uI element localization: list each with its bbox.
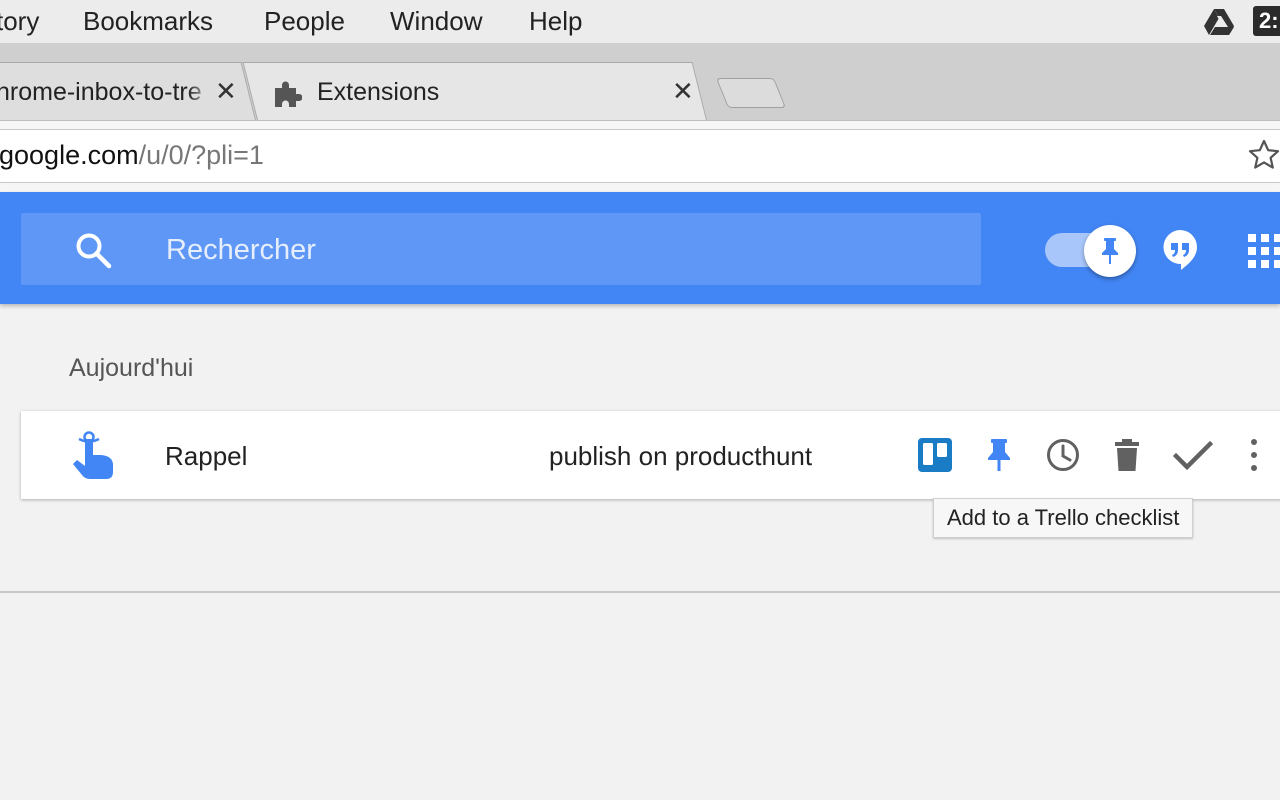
menu-help[interactable]: Help <box>529 6 582 36</box>
pin-toggle[interactable] <box>1084 225 1136 277</box>
trash-icon[interactable] <box>1109 437 1145 473</box>
tab-2-title: Extensions <box>317 78 440 106</box>
search-input[interactable] <box>166 229 946 271</box>
mark-done-check-icon[interactable] <box>1173 437 1213 473</box>
url-host: google.com <box>0 140 139 170</box>
url-field[interactable]: google.com/u/0/?pli=1 <box>0 129 1280 183</box>
menu-people[interactable]: People <box>264 6 345 36</box>
hangouts-icon[interactable] <box>1161 229 1199 271</box>
tab-1-close-icon[interactable]: ✕ <box>215 77 237 105</box>
tooltip: Add to a Trello checklist <box>933 498 1194 538</box>
reminder-text: publish on producthunt <box>549 441 813 471</box>
toolbar: google.com/u/0/?pli=1 <box>0 120 1280 192</box>
trello-icon[interactable] <box>917 437 953 473</box>
inbox-header <box>0 192 1280 304</box>
menu-window[interactable]: Window <box>390 6 482 36</box>
apps-grid-icon[interactable] <box>1248 234 1280 270</box>
url-text: google.com/u/0/?pli=1 <box>0 140 264 171</box>
tab-1-title: hrome-inbox-to-tre <box>0 78 202 106</box>
puzzle-icon <box>275 81 302 107</box>
reminder-item[interactable]: Rappel publish on producthunt <box>21 411 1280 499</box>
snooze-clock-icon[interactable] <box>1045 437 1081 473</box>
pin-icon <box>1102 238 1118 264</box>
tab-active[interactable] <box>242 62 707 120</box>
menu-history[interactable]: tory <box>0 6 39 36</box>
url-path: /u/0/?pli=1 <box>138 140 264 170</box>
search-box[interactable] <box>21 213 981 285</box>
google-drive-icon[interactable] <box>1203 8 1235 36</box>
reminder-finger-icon <box>73 431 113 479</box>
search-icon <box>76 233 112 269</box>
divider <box>0 591 1280 593</box>
more-options-icon[interactable] <box>1237 437 1261 473</box>
menu-bookmarks[interactable]: Bookmarks <box>83 6 213 36</box>
new-tab-button[interactable] <box>715 78 787 108</box>
tab-title-fade <box>188 74 212 108</box>
status-badge[interactable]: 2: <box>1253 6 1280 36</box>
tab-2-close-icon[interactable]: ✕ <box>672 77 694 105</box>
reminder-label: Rappel <box>165 441 248 471</box>
menu-bar: tory Bookmarks People Window Help 2: <box>0 0 1280 44</box>
section-title-today: Aujourd'hui <box>69 354 194 382</box>
bookmark-star-icon[interactable] <box>1248 139 1280 171</box>
pin-icon[interactable] <box>981 437 1017 473</box>
